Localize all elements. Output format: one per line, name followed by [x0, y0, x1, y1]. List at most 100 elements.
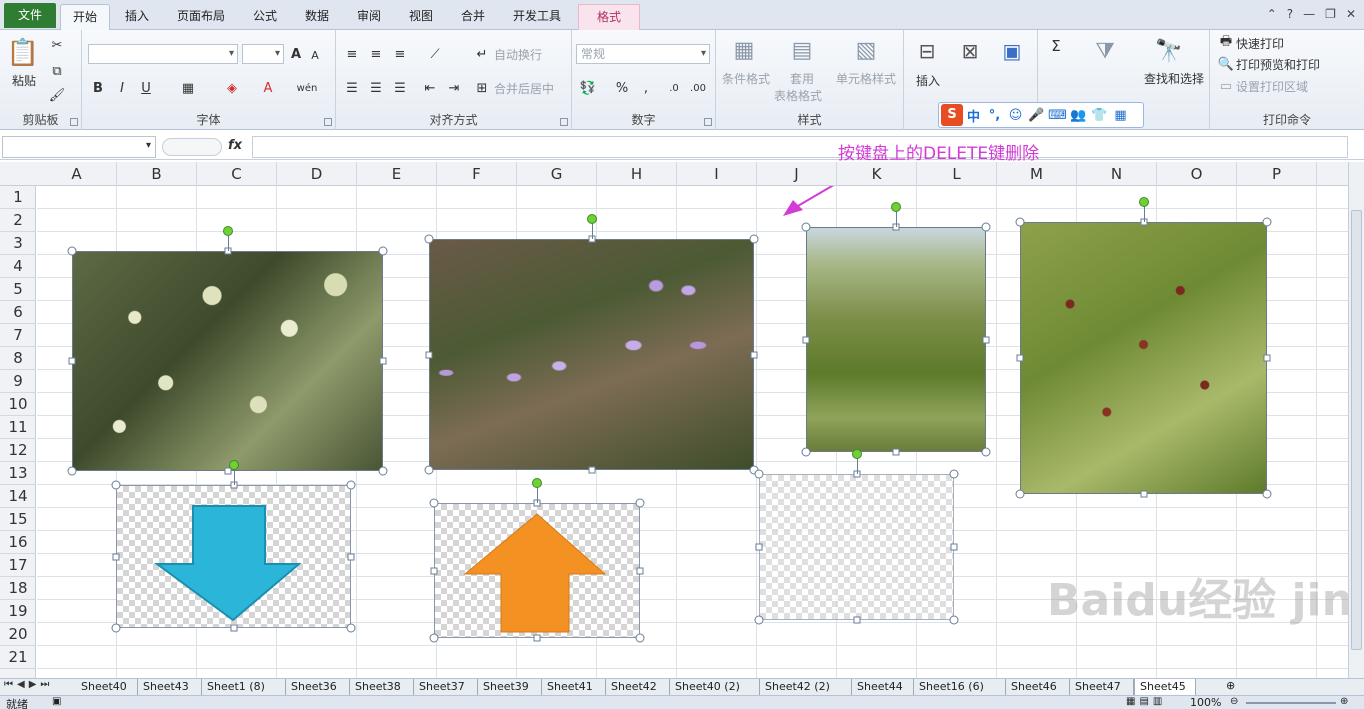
resize-handle[interactable]: [378, 466, 388, 476]
rotation-handle[interactable]: [532, 478, 542, 488]
comma-style-icon[interactable]: ,: [638, 78, 654, 98]
row-header-16[interactable]: 16: [0, 531, 36, 554]
resize-handle[interactable]: [1015, 217, 1025, 227]
row-header-17[interactable]: 17: [0, 554, 36, 577]
resize-handle[interactable]: [853, 616, 860, 624]
row-header-2[interactable]: 2: [0, 209, 36, 232]
tab-home[interactable]: 开始: [60, 4, 110, 30]
wrap-text-icon[interactable]: ↵: [474, 44, 490, 64]
resize-handle[interactable]: [750, 351, 758, 358]
resize-handle[interactable]: [68, 357, 76, 365]
ime-punctuation-icon[interactable]: °,: [984, 108, 1005, 123]
insert-cells-icon[interactable]: ⊟: [912, 38, 942, 64]
zoom-level[interactable]: 100%: [1190, 696, 1221, 709]
row-header-6[interactable]: 6: [0, 301, 36, 324]
resize-handle[interactable]: [1262, 217, 1272, 227]
resize-handle[interactable]: [1016, 354, 1024, 362]
resize-handle[interactable]: [981, 222, 991, 232]
row-header-9[interactable]: 9: [0, 370, 36, 393]
row-header-18[interactable]: 18: [0, 577, 36, 600]
resize-handle[interactable]: [754, 469, 764, 479]
find-select-icon[interactable]: 🔭: [1154, 36, 1184, 66]
increase-indent-icon[interactable]: ⇥: [444, 78, 464, 98]
phonetic-icon[interactable]: wén: [296, 78, 318, 98]
column-header-d[interactable]: D: [277, 162, 357, 186]
insert-function-icon[interactable]: fx: [228, 138, 242, 153]
align-top-icon[interactable]: ≡: [342, 44, 362, 64]
accounting-format-icon[interactable]: 💱: [578, 78, 598, 98]
resize-handle[interactable]: [1015, 489, 1025, 499]
column-header-h[interactable]: H: [597, 162, 677, 186]
align-left-icon[interactable]: ☰: [342, 78, 362, 98]
conditional-format-icon[interactable]: ▦: [730, 36, 758, 64]
quick-print-icon[interactable]: 🖶: [1218, 34, 1234, 51]
restore-icon[interactable]: ❐: [1325, 7, 1336, 21]
flower-image[interactable]: [429, 239, 754, 470]
rotation-handle[interactable]: [222, 226, 233, 236]
sheet-tab[interactable]: Sheet46: [1006, 679, 1070, 696]
conditional-format-button[interactable]: 条件格式: [722, 70, 770, 87]
plant-image[interactable]: [806, 227, 986, 452]
resize-handle[interactable]: [429, 498, 439, 508]
down-arrow-shape[interactable]: [116, 485, 351, 628]
sheet-tab[interactable]: Sheet38: [350, 679, 414, 696]
resize-handle[interactable]: [112, 553, 120, 560]
resize-handle[interactable]: [802, 336, 810, 343]
column-header-l[interactable]: L: [917, 162, 997, 186]
row-header-3[interactable]: 3: [0, 232, 36, 255]
orientation-icon[interactable]: ⟋: [424, 44, 446, 64]
resize-handle[interactable]: [801, 222, 811, 232]
fill-color-icon[interactable]: ◈: [222, 78, 242, 98]
resize-handle[interactable]: [754, 615, 764, 625]
format-as-table-icon[interactable]: ▤: [788, 36, 816, 64]
ime-user-icon[interactable]: 👥: [1068, 108, 1089, 123]
row-header-11[interactable]: 11: [0, 416, 36, 439]
tab-insert[interactable]: 插入: [114, 4, 160, 30]
italic-icon[interactable]: I: [114, 78, 130, 98]
resize-handle[interactable]: [755, 543, 763, 551]
grow-font-icon[interactable]: A: [288, 44, 304, 64]
row-header-8[interactable]: 8: [0, 347, 36, 370]
insert-cells-button[interactable]: 插入: [916, 72, 940, 89]
dialog-launcher-icon[interactable]: [324, 118, 332, 126]
ime-mic-icon[interactable]: 🎤: [1026, 108, 1047, 123]
print-area-icon[interactable]: ▭: [1218, 78, 1234, 94]
name-box[interactable]: [2, 136, 156, 158]
resize-handle[interactable]: [378, 246, 388, 256]
border-icon[interactable]: ▦: [178, 78, 198, 98]
row-header-20[interactable]: 20: [0, 623, 36, 646]
delete-cells-icon[interactable]: ⊠: [956, 38, 984, 64]
resize-handle[interactable]: [346, 623, 356, 633]
ime-skin-icon[interactable]: 👕: [1089, 108, 1110, 123]
tab-formulas[interactable]: 公式: [242, 4, 288, 30]
print-area-button[interactable]: 设置打印区域: [1236, 78, 1308, 95]
resize-handle[interactable]: [635, 633, 645, 643]
tab-data[interactable]: 数据: [294, 4, 340, 30]
resize-handle[interactable]: [429, 633, 439, 643]
resize-handle[interactable]: [424, 465, 434, 475]
up-arrow-shape[interactable]: [434, 503, 640, 638]
resize-handle[interactable]: [950, 543, 958, 551]
paste-icon[interactable]: 📋: [7, 36, 39, 70]
resize-handle[interactable]: [981, 447, 991, 457]
ime-emoji-icon[interactable]: ☺: [1005, 108, 1026, 123]
resize-handle[interactable]: [982, 336, 990, 343]
vertical-scrollbar[interactable]: [1348, 162, 1364, 678]
row-header-10[interactable]: 10: [0, 393, 36, 416]
column-header-a[interactable]: A: [37, 162, 117, 186]
resize-handle[interactable]: [346, 480, 356, 490]
format-as-table-button[interactable]: 套用: [790, 70, 814, 87]
tab-view[interactable]: 视图: [398, 4, 444, 30]
ime-chinese-icon[interactable]: 中: [963, 106, 984, 125]
column-header-o[interactable]: O: [1157, 162, 1237, 186]
column-header-f[interactable]: F: [437, 162, 517, 186]
column-header-n[interactable]: N: [1077, 162, 1157, 186]
decrease-indent-icon[interactable]: ⇤: [420, 78, 440, 98]
column-header-c[interactable]: C: [197, 162, 277, 186]
resize-handle[interactable]: [425, 351, 433, 358]
column-header-k[interactable]: K: [837, 162, 917, 186]
dialog-launcher-icon[interactable]: [560, 118, 568, 126]
resize-handle[interactable]: [230, 624, 237, 632]
dialog-launcher-icon[interactable]: [704, 118, 712, 126]
number-format-select[interactable]: 常规: [576, 44, 710, 64]
